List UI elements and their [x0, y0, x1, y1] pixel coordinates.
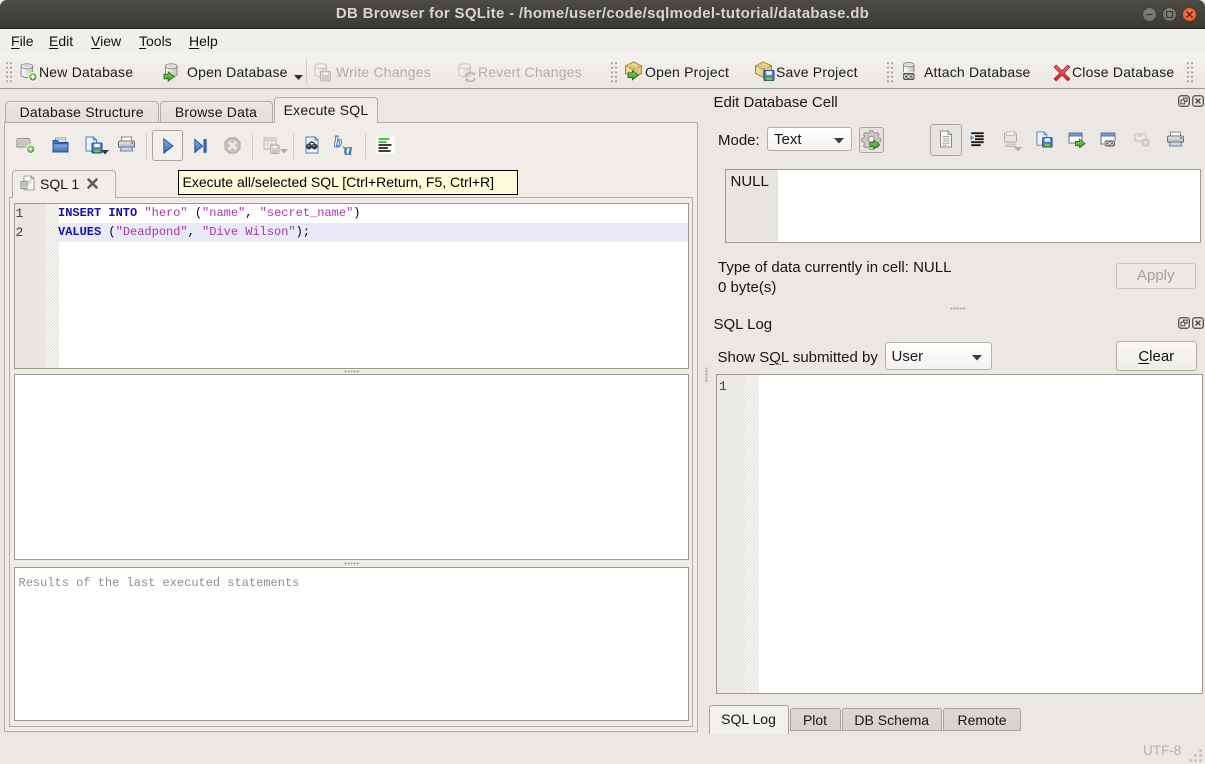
svg-text:a: a [344, 140, 353, 156]
svg-text:b: b [334, 134, 342, 151]
